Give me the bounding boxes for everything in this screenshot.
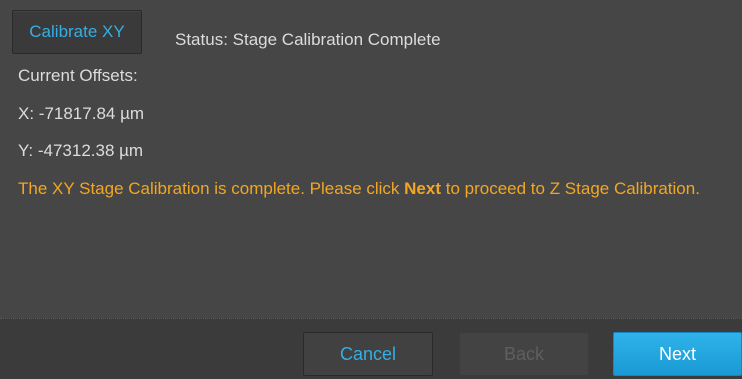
calibration-dialog: Calibrate XY Status: Stage Calibration C… xyxy=(0,0,742,379)
dialog-footer: Cancel Back Next xyxy=(0,318,742,379)
message-next-emphasis: Next xyxy=(404,179,442,198)
completion-message: The XY Stage Calibration is complete. Pl… xyxy=(18,178,724,200)
cancel-button[interactable]: Cancel xyxy=(303,332,433,376)
message-text-before: The XY Stage Calibration is complete. Pl… xyxy=(18,179,405,198)
next-button[interactable]: Next xyxy=(613,332,742,376)
calibrate-xy-button[interactable]: Calibrate XY xyxy=(12,10,142,54)
message-text-after: to proceed to Z Stage Calibration. xyxy=(441,179,700,198)
back-button[interactable]: Back xyxy=(459,332,589,376)
y-offset-value: Y: -47312.38 µm xyxy=(18,141,144,160)
x-offset-value: X: -71817.84 µm xyxy=(18,104,145,123)
dialog-content: Calibrate XY Status: Stage Calibration C… xyxy=(0,0,742,318)
status-text: Status: Stage Calibration Complete xyxy=(175,30,441,49)
offsets-heading: Current Offsets: xyxy=(18,66,138,85)
